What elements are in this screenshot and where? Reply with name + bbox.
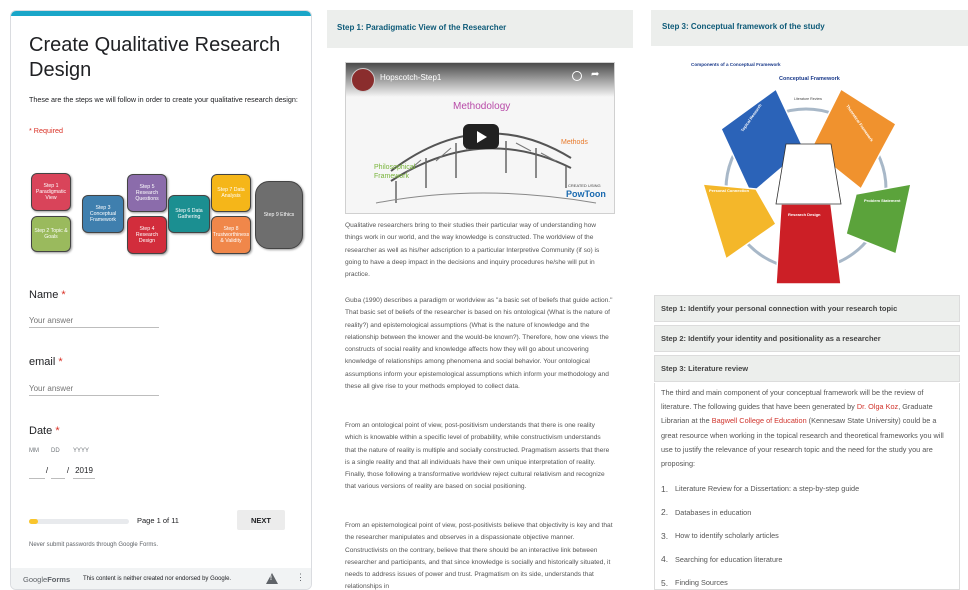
progress-bar [29,519,129,524]
list-item[interactable]: 1. Literature Review for a Dissertation: … [661,477,953,501]
diagram-title: Components of a Conceptual Framework [691,62,781,67]
date-yyyy-label: YYYY [73,448,90,454]
college-link[interactable]: Bagwell College of Education [712,416,807,425]
powtoon-watermark-line2: PowToon [566,189,606,199]
date-separator-2: / [66,466,70,475]
watch-later-icon[interactable] [572,71,582,81]
step1-header: Step 1: Paradigmatic View of the Researc… [327,10,633,48]
accordion-step-1[interactable]: Step 1: Identify your personal connectio… [654,295,960,322]
footer-disclaimer: This content is neither created nor endo… [83,576,232,582]
progress-fill [29,519,38,524]
article-paragraph-4: From an epistemological point of view, p… [345,522,613,590]
form-title-line1: Create Qualitative Research [29,34,281,56]
accordion-step-2[interactable]: Step 2: Identify your identity and posit… [654,325,960,352]
date-mm-label: MM [29,448,39,454]
step-2-box: Step 2 Topic & Goals [31,216,71,252]
required-note: * Required [29,126,63,135]
powtoon-watermark-line1: CREATED USING [568,183,601,188]
center-box [775,143,842,205]
channel-avatar[interactable] [351,68,375,92]
step-4-box: Step 4 Research Design [127,216,167,254]
more-vert-icon[interactable]: ⋮ [296,572,305,583]
email-input[interactable] [29,384,159,396]
step-6-box: Step 6 Data Gathering [168,195,210,233]
date-separator-1: / [45,466,49,475]
segment-problem-statement [845,183,912,256]
philosophical-framework-label: Philosophical Framework [374,164,416,180]
step-7-box: Step 7 Data Analysis [211,174,251,212]
list-item[interactable]: 5. Finding Sources [661,571,953,590]
segment-personal-connection-title: Personal Connection [709,188,750,193]
diagram-center-label: Conceptual Framework [779,76,841,82]
date-day-field[interactable] [51,466,65,479]
google-forms-logo[interactable]: GoogleForms [23,575,70,584]
date-year-field[interactable]: 2019 [73,466,95,479]
google-form-panel: Create Qualitative Research Design These… [10,10,312,590]
segment-personal-connection [701,183,777,261]
literature-review-content: The third and main component of your con… [654,383,960,590]
form-title-line2: Design [29,59,92,81]
article-paragraph-2: Guba (1990) describes a paradigm or worl… [345,297,613,391]
step-5-box: Step 5 Research Questions [127,174,167,212]
step3-header: Step 3: Conceptual framework of the stud… [651,10,968,46]
article-paragraph-1: Qualitative researchers bring to their s… [345,222,600,279]
conceptual-framework-diagram: Components of a Conceptual Framework Con… [691,62,912,285]
literature-review-label: Literature Review [794,97,822,101]
step-9-box: Step 9 Ethics [255,181,303,249]
list-item[interactable]: 4. Searching for education literature [661,548,953,572]
literature-review-paragraph: The third and main component of your con… [661,388,944,469]
list-item[interactable]: 3. How to identify scholarly articles [661,524,953,548]
step3-panel: Step 3: Conceptual framework of the stud… [651,10,968,590]
video-title[interactable]: Hopscotch-Step1 [380,73,441,82]
date-dd-label: DD [51,448,60,454]
step-3-box: Step 3 Conceptual Framework [82,195,124,233]
form-title: Create Qualitative Research Design [29,33,299,83]
methodology-label: Methodology [453,101,511,112]
article-paragraph-3: From an ontological point of view, post-… [345,422,610,491]
methods-label: Methods [561,139,588,146]
email-question-label: email * [29,356,63,368]
video-embed[interactable]: Hopscotch-Step1 ➦ Methodology Methods Ph… [345,62,615,214]
list-item[interactable]: 2. Databases in education [661,501,953,525]
date-question-label: Date * [29,425,60,437]
form-description: These are the steps we will follow in or… [29,95,298,104]
form-footer: GoogleForms This content is neither crea… [11,568,311,589]
share-icon[interactable]: ➦ [591,69,599,80]
step-8-box: Step 8 Trustworthiness & Validity [211,216,251,254]
password-warning: Never submit passwords through Google Fo… [29,542,159,548]
step1-panel: Step 1: Paradigmatic View of the Researc… [327,10,633,590]
guides-list: 1. Literature Review for a Dissertation: … [661,477,953,590]
step-1-box: Step 1 Paradigmatic View [31,173,71,211]
name-question-label: Name * [29,289,66,301]
next-button[interactable]: NEXT [237,510,285,530]
segment-research-design-title: Research Design [788,212,821,217]
accordion-step-3[interactable]: Step 3: Literature review [654,355,960,382]
play-button[interactable] [463,124,499,149]
author-link[interactable]: Dr. Olga Koz [857,402,898,411]
segment-problem-statement-title: Problem Statement [864,198,901,203]
progress-text: Page 1 of 11 [137,516,179,525]
warning-icon[interactable]: ! [266,573,278,584]
name-input[interactable] [29,316,159,328]
form-accent-bar [11,11,311,16]
